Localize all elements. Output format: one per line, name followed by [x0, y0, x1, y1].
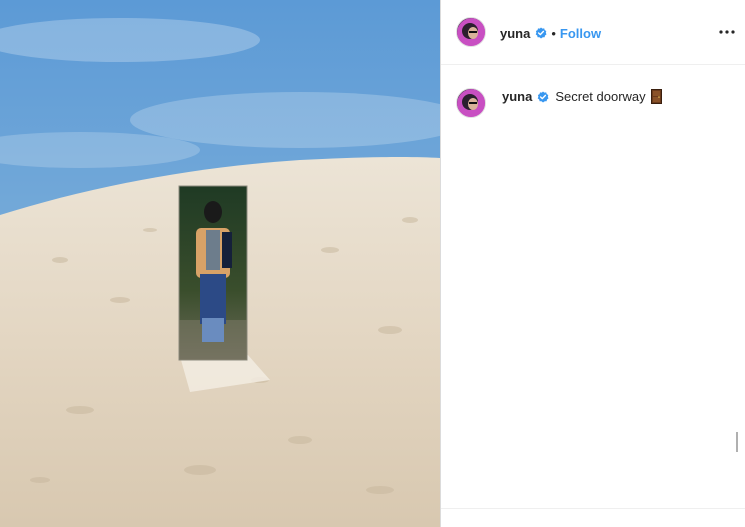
header-username[interactable]: yuna	[500, 26, 530, 41]
caption-line: yuna Secret doorway	[502, 89, 662, 104]
comments-scrollbar[interactable]	[736, 432, 738, 452]
verified-badge-icon	[537, 91, 549, 103]
post-header: yuna • Follow	[441, 0, 745, 65]
post-photo-graphic	[0, 0, 440, 527]
caption-text: Secret doorway	[555, 89, 646, 104]
header-user-line: yuna • Follow	[500, 24, 601, 42]
header-separator-dot: •	[551, 25, 556, 41]
avatar-image-icon	[457, 18, 485, 46]
caption-username[interactable]: yuna	[502, 89, 532, 104]
follow-button[interactable]: Follow	[560, 26, 601, 41]
verified-badge-icon	[535, 27, 547, 39]
post-image[interactable]	[0, 0, 440, 527]
caption-avatar[interactable]	[456, 88, 486, 118]
avatar-image-icon	[457, 89, 485, 117]
profile-avatar[interactable]	[456, 17, 486, 47]
more-options-icon[interactable]	[717, 22, 737, 42]
bottom-divider	[441, 508, 745, 509]
door-icon	[650, 89, 662, 104]
post-side-panel: yuna • Follow yuna Secret doorway	[441, 0, 745, 527]
